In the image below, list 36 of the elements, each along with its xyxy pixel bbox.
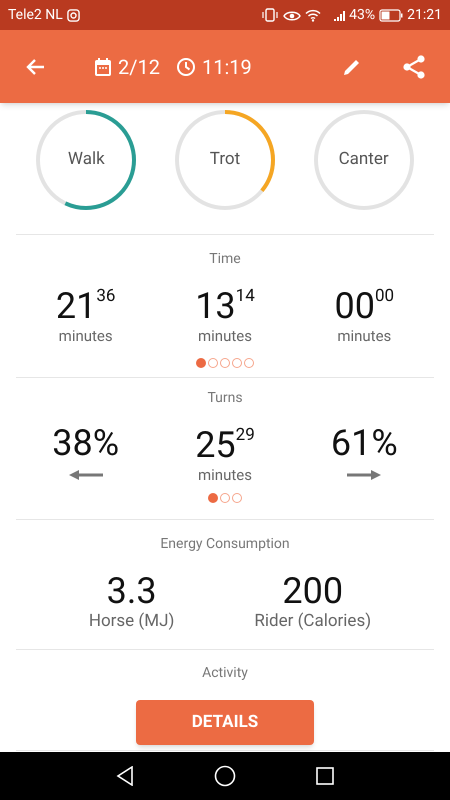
carrier-name: Tele2 NL: [8, 6, 63, 24]
stat-unit: minutes: [58, 327, 113, 346]
details-button[interactable]: DETAILS: [136, 700, 314, 745]
left-arrow-icon: [68, 469, 103, 481]
signal-icon: [333, 8, 348, 22]
wifi-icon: [305, 8, 322, 22]
battery-percent: 43%: [349, 6, 376, 24]
gait-label: Canter: [338, 148, 389, 172]
section-title: Turns: [207, 389, 243, 408]
section-title: Time: [209, 250, 241, 269]
section-title: Energy Consumption: [160, 535, 290, 554]
session-date: 2/12: [118, 54, 160, 80]
gait-label: Trot: [210, 148, 240, 172]
energy-value: 200: [282, 573, 344, 609]
section-title: Activity: [202, 664, 248, 683]
clock-time: 21:21: [407, 6, 442, 24]
calendar-icon: [94, 56, 112, 76]
vibrate-icon: [261, 8, 280, 22]
share-icon: [401, 54, 427, 80]
home-circle-icon[interactable]: [214, 765, 236, 787]
recent-apps-icon[interactable]: [316, 767, 334, 785]
right-arrow-icon: [347, 469, 382, 481]
energy-value: 3.3: [106, 573, 157, 609]
energy-label: Horse (MJ): [88, 610, 174, 633]
gait-label: Walk: [68, 148, 105, 172]
stat-unit: minutes: [198, 466, 252, 486]
back-triangle-icon[interactable]: [116, 766, 134, 786]
stat-unit: minutes: [337, 327, 392, 346]
energy-label: Rider (Calories): [254, 610, 372, 633]
right-turn-percent: 61%: [330, 425, 398, 461]
clock-icon: [176, 56, 196, 76]
battery-icon: [379, 8, 404, 22]
stat-unit: minutes: [198, 327, 252, 346]
left-turn-percent: 38%: [52, 425, 120, 461]
session-time: 11:19: [202, 54, 252, 80]
camera-icon: [66, 8, 80, 22]
